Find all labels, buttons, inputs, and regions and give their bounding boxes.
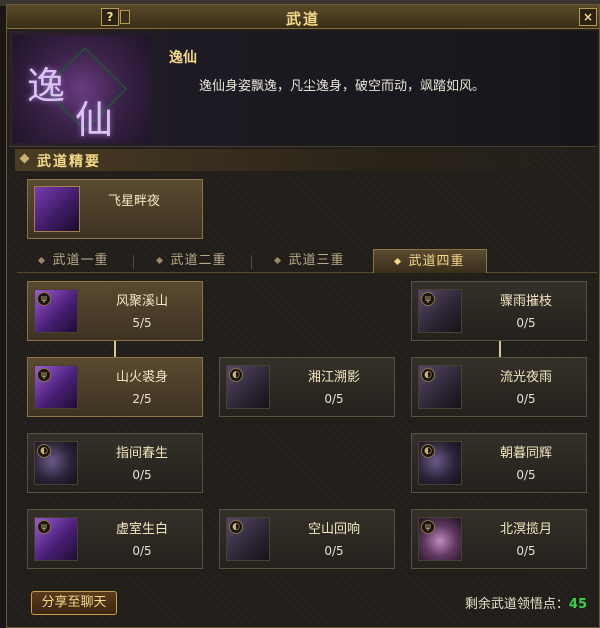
talent-name: 指间春生 xyxy=(115,446,168,461)
talent-level: 0/5 xyxy=(516,468,536,482)
close-button[interactable]: × xyxy=(579,8,597,26)
emblem-glyph-1: 逸 xyxy=(27,64,66,108)
talent-card[interactable]: ◐ 湘江溯影 0/5 xyxy=(219,357,395,417)
diamond-bullet-icon xyxy=(274,256,282,265)
school-emblem: 逸 仙 xyxy=(13,35,151,143)
talent-card[interactable]: ◐ 空山回响 0/5 xyxy=(219,509,395,569)
talent-name: 骤雨摧枝 xyxy=(499,294,552,309)
talent-level: 0/5 xyxy=(516,316,536,330)
tier-tabs: 武道一重 武道二重 武道三重 武道四重 xyxy=(17,249,597,273)
talent-card[interactable]: ψ 骤雨摧枝 0/5 xyxy=(411,281,587,341)
key-skill-name: 飞星畔夜 xyxy=(108,194,161,209)
talent-level: 0/5 xyxy=(516,392,536,406)
purple-slash-icon: ψ xyxy=(34,365,78,409)
tab-label: 武道三重 xyxy=(288,253,345,268)
martial-dao-window: ? 武道 × 逸 仙 逸仙 逸仙身姿飘逸，凡尘逸身，破空而动，飒踏如风。 武道精… xyxy=(6,4,600,628)
talent-card[interactable]: ψ 山火裘身 2/5 xyxy=(27,357,203,417)
tab-label: 武道四重 xyxy=(408,254,465,269)
tab-tier-4[interactable]: 武道四重 xyxy=(373,249,487,273)
skill-type-icon: ◐ xyxy=(37,444,51,458)
talent-card[interactable]: ψ 北溟揽月 0/5 xyxy=(411,509,587,569)
moon-icon: ◐ xyxy=(418,441,462,485)
talent-card[interactable]: ψ 虚室生白 0/5 xyxy=(27,509,203,569)
talent-name: 虚室生白 xyxy=(115,522,168,537)
talent-level: 2/5 xyxy=(132,392,152,406)
tab-tier-1[interactable]: 武道一重 xyxy=(17,249,131,273)
talent-card[interactable]: ◐ 流光夜雨 0/5 xyxy=(411,357,587,417)
purple-dash-icon xyxy=(34,186,80,232)
diamond-bullet-icon xyxy=(156,256,164,265)
tab-separator xyxy=(133,255,134,269)
rain-icon: ψ xyxy=(418,289,462,333)
talent-name: 北溟揽月 xyxy=(499,522,552,537)
school-name: 逸仙 xyxy=(169,50,197,66)
orb-icon: ◐ xyxy=(34,441,78,485)
remaining-points-label: 剩余武道领悟点： xyxy=(464,597,569,612)
talent-level: 0/5 xyxy=(132,468,152,482)
tab-tier-3[interactable]: 武道三重 xyxy=(253,249,367,273)
talent-name: 空山回响 xyxy=(307,522,360,537)
skill-type-icon: ψ xyxy=(37,292,51,306)
section-heading-label: 武道精要 xyxy=(37,154,101,170)
tab-separator xyxy=(251,255,252,269)
diamond-bullet-icon xyxy=(394,257,402,266)
talent-level: 5/5 xyxy=(132,316,152,330)
talent-card[interactable]: ◐ 指间春生 0/5 xyxy=(27,433,203,493)
diamond-bullet-icon xyxy=(38,256,46,265)
talent-name: 风聚溪山 xyxy=(115,294,168,309)
talent-name: 朝暮同辉 xyxy=(499,446,552,461)
talent-level: 0/5 xyxy=(132,544,152,558)
remaining-points: 剩余武道领悟点：45 xyxy=(465,593,587,612)
diamond-bullet-icon xyxy=(19,153,30,164)
skill-type-icon: ◐ xyxy=(421,444,435,458)
skill-type-icon: ◐ xyxy=(229,368,243,382)
skill-type-icon: ψ xyxy=(421,292,435,306)
skill-type-icon: ψ xyxy=(421,520,435,534)
talent-level: 0/5 xyxy=(324,544,344,558)
skill-type-icon: ψ xyxy=(37,520,51,534)
purple-slash-icon: ψ xyxy=(34,289,78,333)
wave-icon: ◐ xyxy=(226,365,270,409)
talent-name: 湘江溯影 xyxy=(307,370,360,385)
talent-level: 0/5 xyxy=(516,544,536,558)
talent-name: 流光夜雨 xyxy=(499,370,552,385)
window-title: 武道 xyxy=(285,10,320,28)
rain-icon: ◐ xyxy=(418,365,462,409)
tab-label: 武道二重 xyxy=(170,253,227,268)
skill-header: 逸 仙 逸仙 逸仙身姿飘逸，凡尘逸身，破空而动，飒踏如风。 xyxy=(9,31,597,147)
key-skill-card[interactable]: 飞星畔夜 xyxy=(27,179,203,239)
skill-type-icon: ψ xyxy=(37,368,51,382)
purple-slash-icon: ψ xyxy=(34,517,78,561)
skill-type-icon: ◐ xyxy=(229,520,243,534)
talent-card[interactable]: ψ 风聚溪山 5/5 xyxy=(27,281,203,341)
skill-type-icon: ◐ xyxy=(421,368,435,382)
section-heading: 武道精要 xyxy=(15,149,595,171)
title-bar[interactable]: ? 武道 × xyxy=(7,5,599,29)
swirl-icon: ψ xyxy=(418,517,462,561)
talent-card[interactable]: ◐ 朝暮同辉 0/5 xyxy=(411,433,587,493)
emblem-glyph-2: 仙 xyxy=(75,98,114,142)
talent-name: 山火裘身 xyxy=(115,370,168,385)
wave-icon: ◐ xyxy=(226,517,270,561)
school-description: 逸仙身姿飘逸，凡尘逸身，破空而动，飒踏如风。 xyxy=(199,79,486,94)
talent-level: 0/5 xyxy=(324,392,344,406)
remaining-points-value: 45 xyxy=(568,597,587,612)
tab-label: 武道一重 xyxy=(52,253,109,268)
share-to-chat-button[interactable]: 分享至聊天 xyxy=(31,591,117,615)
tab-tier-2[interactable]: 武道二重 xyxy=(135,249,249,273)
